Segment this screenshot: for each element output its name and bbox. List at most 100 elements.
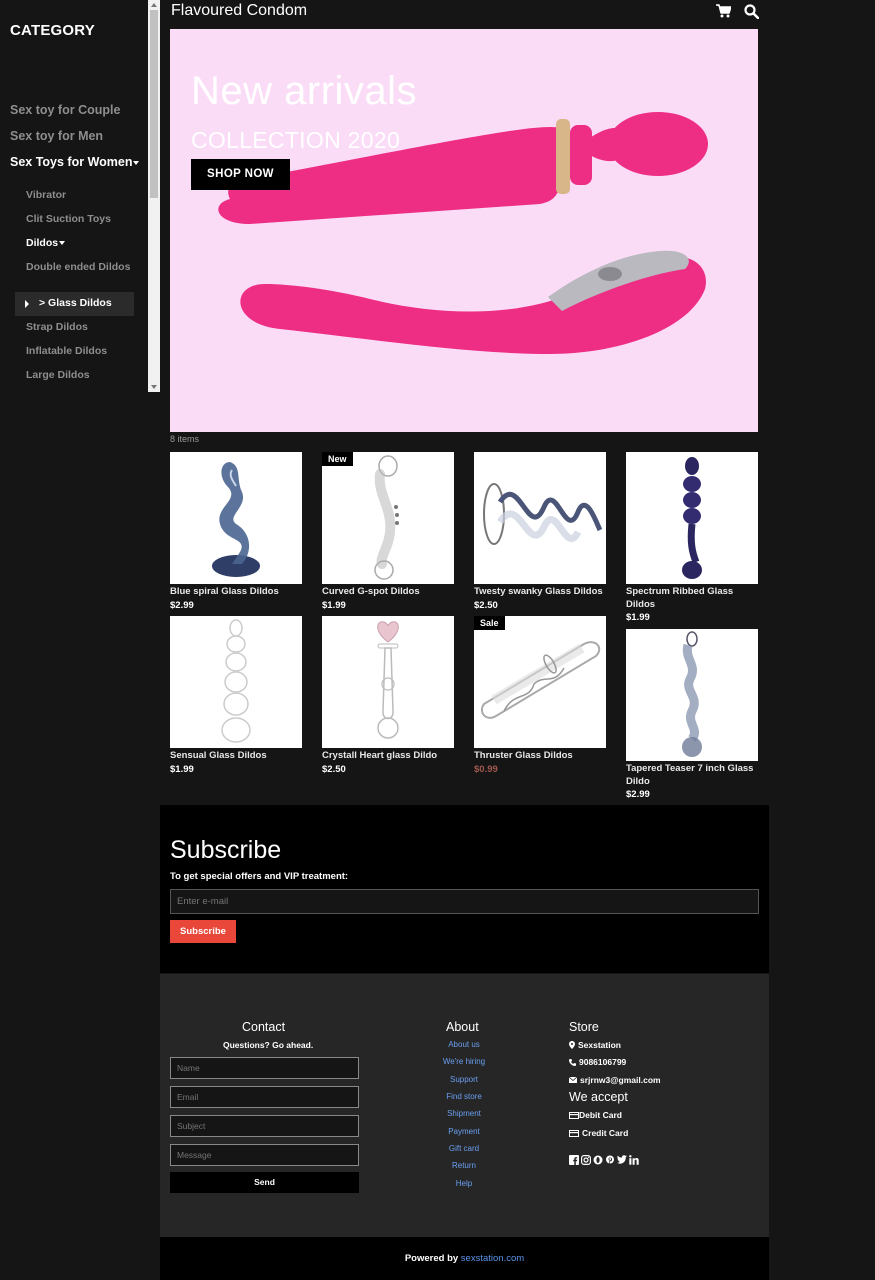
search-icon[interactable] [744,4,760,24]
site-title[interactable]: Flavoured Condom [171,2,307,20]
subcategory-strap[interactable]: Strap Dildos [26,321,136,335]
powered-link[interactable]: sexstation.com [461,1253,524,1264]
payment-debit: Debit Card [569,1110,622,1120]
subscribe-text: To get special offers and VIP treatment: [170,871,349,882]
category-couple[interactable]: Sex toy for Couple [10,103,120,117]
product-price: $1.99 [322,599,346,611]
about-link-gift-card[interactable]: Gift card [420,1144,508,1153]
phone-icon [569,1058,576,1066]
about-link-hiring[interactable]: We're hiring [420,1057,508,1066]
product-image[interactable] [626,452,758,584]
store-phone: 9086106799 [569,1057,626,1067]
product-card[interactable]: Blue spiral Glass Dildos $2.99 [170,452,302,612]
category-men[interactable]: Sex toy for Men [10,129,103,143]
about-link-shipment[interactable]: Shipment [420,1109,508,1118]
product-card[interactable]: Sale Thruster Glass Dildos $0.99 [474,616,606,776]
sale-badge: Sale [474,616,505,630]
payment-credit-text: Credit Card [582,1128,629,1138]
category-women-label: Sex Toys for Women [10,155,133,169]
email-field[interactable] [170,1086,359,1108]
product-price: $2.50 [322,763,346,775]
product-image[interactable] [170,616,302,748]
product-image[interactable] [170,452,302,584]
product-name[interactable]: Curved G-spot Dildos [322,586,454,599]
about-link-help[interactable]: Help [420,1179,508,1188]
product-image[interactable] [474,452,606,584]
store-name: Sexstation [569,1040,621,1050]
subcategory-glass-dildos[interactable]: > Glass Dildos [15,292,134,316]
subcategory-large[interactable]: Large Dildos [26,369,136,383]
product-price: $1.99 [170,763,194,775]
name-field[interactable] [170,1057,359,1079]
sidebar-scrollbar[interactable] [148,0,160,392]
store-title: Store [569,1020,599,1034]
product-price: $2.99 [170,599,194,611]
product-name[interactable]: Twesty swanky Glass Dildos [474,586,606,599]
contact-subtitle: Questions? Go ahead. [223,1040,314,1050]
scroll-down-icon[interactable] [151,385,157,389]
scroll-up-icon[interactable] [151,3,157,7]
caret-right-icon [25,300,29,308]
product-price: $1.99 [626,612,650,623]
about-link-about-us[interactable]: About us [420,1040,508,1049]
product-card[interactable]: Spectrum Ribbed Glass Dildos $1.99 [626,452,758,624]
social-links [569,1154,639,1165]
instagram-icon[interactable] [581,1154,591,1165]
scrollbar-thumb[interactable] [150,10,158,198]
chevron-down-icon [133,160,140,165]
about-link-return[interactable]: Return [420,1161,508,1170]
powered-text: Powered by [404,1253,459,1264]
hero-banner[interactable]: New arrivals COLLECTION 2020 SHOP NOW [170,29,758,432]
product-card[interactable]: Sensual Glass Dildos $1.99 [170,616,302,776]
product-name[interactable]: Spectrum Ribbed Glass Dildos [626,586,758,611]
cart-icon[interactable] [716,4,732,23]
subscribe-button[interactable]: Subscribe [170,920,236,943]
product-card[interactable]: Crystall Heart glass Dildo $2.50 [322,616,454,776]
product-card[interactable]: Tapered Teaser 7 inch Glass Dildo $2.99 [626,629,758,801]
subcategory-clit-suction[interactable]: Clit Suction Toys [26,213,136,227]
product-card[interactable]: Twesty swanky Glass Dildos $2.50 [474,452,606,612]
product-name[interactable]: Thruster Glass Dildos [474,750,606,763]
contact-title: Contact [242,1020,286,1034]
we-accept-title: We accept [569,1090,628,1104]
payment-credit: Credit Card [569,1128,628,1138]
facebook-icon[interactable] [569,1154,579,1165]
product-name[interactable]: Sensual Glass Dildos [170,750,302,763]
store-phone-text: 9086106799 [579,1057,627,1067]
product-image[interactable] [322,616,454,748]
linkedin-icon[interactable] [629,1154,639,1165]
product-image[interactable]: Sale [474,616,606,748]
subcategory-inflatable[interactable]: Inflatable Dildos [26,345,136,359]
subcategory-vibrator[interactable]: Vibrator [26,189,136,203]
new-badge: New [322,452,353,466]
product-price: $2.99 [626,789,650,800]
subcategory-double-ended[interactable]: Double ended Dildos [26,261,136,275]
about-link-support[interactable]: Support [420,1075,508,1084]
email-field[interactable] [170,889,759,914]
subscribe-title: Subscribe [170,836,282,864]
about-link-payment[interactable]: Payment [420,1127,508,1136]
product-card[interactable]: New Curved G-spot Dildos $1.99 [322,452,454,612]
shop-now-button[interactable]: SHOP NOW [191,159,290,190]
send-button[interactable]: Send [170,1172,359,1193]
category-women[interactable]: Sex Toys for Women [10,155,140,169]
sidebar-title: CATEGORY [10,22,95,39]
product-name[interactable]: Crystall Heart glass Dildo [322,750,454,763]
opera-icon[interactable] [593,1154,603,1165]
envelope-icon [569,1077,577,1083]
subcategory-glass-dildos-label: > Glass Dildos [39,297,112,309]
product-image[interactable]: New [322,452,454,584]
subject-field[interactable] [170,1115,359,1137]
product-name[interactable]: Tapered Teaser 7 inch Glass Dildo [626,763,758,788]
pinterest-icon[interactable] [605,1154,615,1165]
category-list: CATEGORY Sex toy for Couple Sex toy for … [0,0,148,392]
twitter-icon[interactable] [617,1154,627,1165]
subcategory-dildos[interactable]: Dildos [26,237,136,251]
product-image[interactable] [626,629,758,761]
category-sidebar: CATEGORY Sex toy for Couple Sex toy for … [0,0,160,392]
store-email-text: srjrnw3@gmail.com [580,1075,661,1085]
about-link-find-store[interactable]: Find store [420,1092,508,1101]
footer: Contact Questions? Go ahead. Send About … [160,974,769,1237]
message-field[interactable] [170,1144,359,1166]
product-name[interactable]: Blue spiral Glass Dildos [170,586,302,599]
